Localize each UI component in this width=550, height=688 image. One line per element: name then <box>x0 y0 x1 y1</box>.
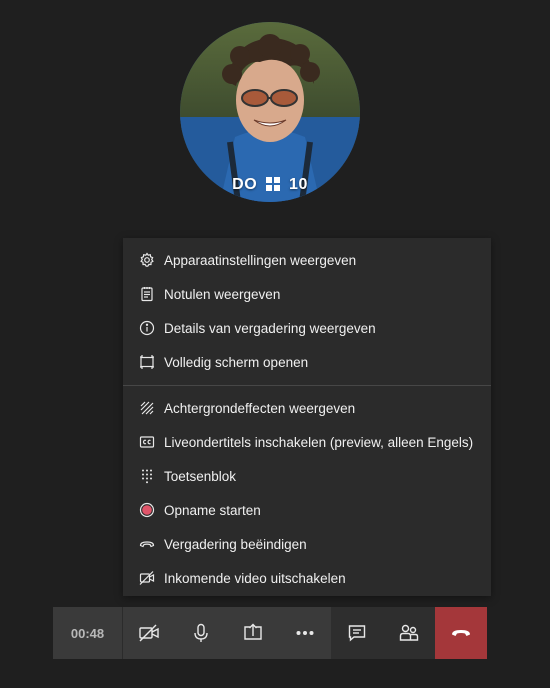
chat-button[interactable] <box>331 607 383 659</box>
menu-item-fullscreen[interactable]: Volledig scherm openen <box>123 345 491 379</box>
menu-item-label: Details van vergadering weergeven <box>164 320 376 336</box>
share-screen-button[interactable] <box>227 607 279 659</box>
share-screen-icon <box>244 623 262 640</box>
windows-icon <box>266 177 281 191</box>
menu-item-keypad[interactable]: Toetsenblok <box>123 459 491 493</box>
menu-item-label: Achtergrondeffecten weergeven <box>164 400 356 416</box>
avatar-photo <box>180 22 360 202</box>
more-actions-menu: Apparaatinstellingen weergeven Notulen w… <box>123 238 491 596</box>
menu-item-label: Notulen weergeven <box>164 286 281 302</box>
gear-icon <box>138 251 156 269</box>
menu-item-end-meeting[interactable]: Vergadering beëindigen <box>123 527 491 561</box>
more-icon <box>296 631 314 635</box>
menu-item-start-recording[interactable]: Opname starten <box>123 493 491 527</box>
notes-icon <box>138 285 156 303</box>
call-timer: 00:48 <box>53 607 122 659</box>
participants-icon <box>399 624 419 641</box>
cc-icon <box>138 433 156 451</box>
call-controls-bar: 00:48 <box>53 607 487 659</box>
menu-item-meeting-details[interactable]: Details van vergadering weergeven <box>123 311 491 345</box>
microphone-button[interactable] <box>175 607 227 659</box>
menu-item-device-settings[interactable]: Apparaatinstellingen weergeven <box>123 243 491 277</box>
menu-item-label: Apparaatinstellingen weergeven <box>164 252 357 268</box>
keypad-icon <box>138 467 156 485</box>
participants-button[interactable] <box>383 607 435 659</box>
participant-suffix: 10 <box>289 176 308 193</box>
menu-item-background-effects[interactable]: Achtergrondeffecten weergeven <box>123 391 491 425</box>
more-actions-button[interactable] <box>279 607 331 659</box>
participant-initials: DO <box>232 176 258 193</box>
menu-item-label: Vergadering beëindigen <box>164 536 307 552</box>
camera-off-icon <box>139 624 159 642</box>
end-meeting-icon <box>138 535 156 553</box>
menu-item-label: Toetsenblok <box>164 468 237 484</box>
fullscreen-icon <box>138 353 156 371</box>
participant-avatar: DO 10 <box>180 22 360 202</box>
menu-item-label: Volledig scherm openen <box>164 354 309 370</box>
menu-item-live-captions[interactable]: Liveondertitels inschakelen (preview, al… <box>123 425 491 459</box>
menu-item-notes[interactable]: Notulen weergeven <box>123 277 491 311</box>
record-icon <box>138 501 156 519</box>
hang-up-button[interactable] <box>435 607 487 659</box>
info-icon <box>138 319 156 337</box>
menu-item-label: Opname starten <box>164 502 261 518</box>
hang-up-icon <box>452 630 470 636</box>
camera-toggle-button[interactable] <box>123 607 175 659</box>
menu-item-label: Liveondertitels inschakelen (preview, al… <box>164 434 474 450</box>
chat-icon <box>348 625 366 642</box>
menu-item-label: Inkomende video uitschakelen <box>164 570 346 586</box>
menu-item-incoming-video-off[interactable]: Inkomende video uitschakelen <box>123 561 491 595</box>
video-off-icon <box>138 569 156 587</box>
participant-label: DO 10 <box>180 176 360 194</box>
background-effects-icon <box>138 399 156 417</box>
microphone-icon <box>194 623 208 642</box>
